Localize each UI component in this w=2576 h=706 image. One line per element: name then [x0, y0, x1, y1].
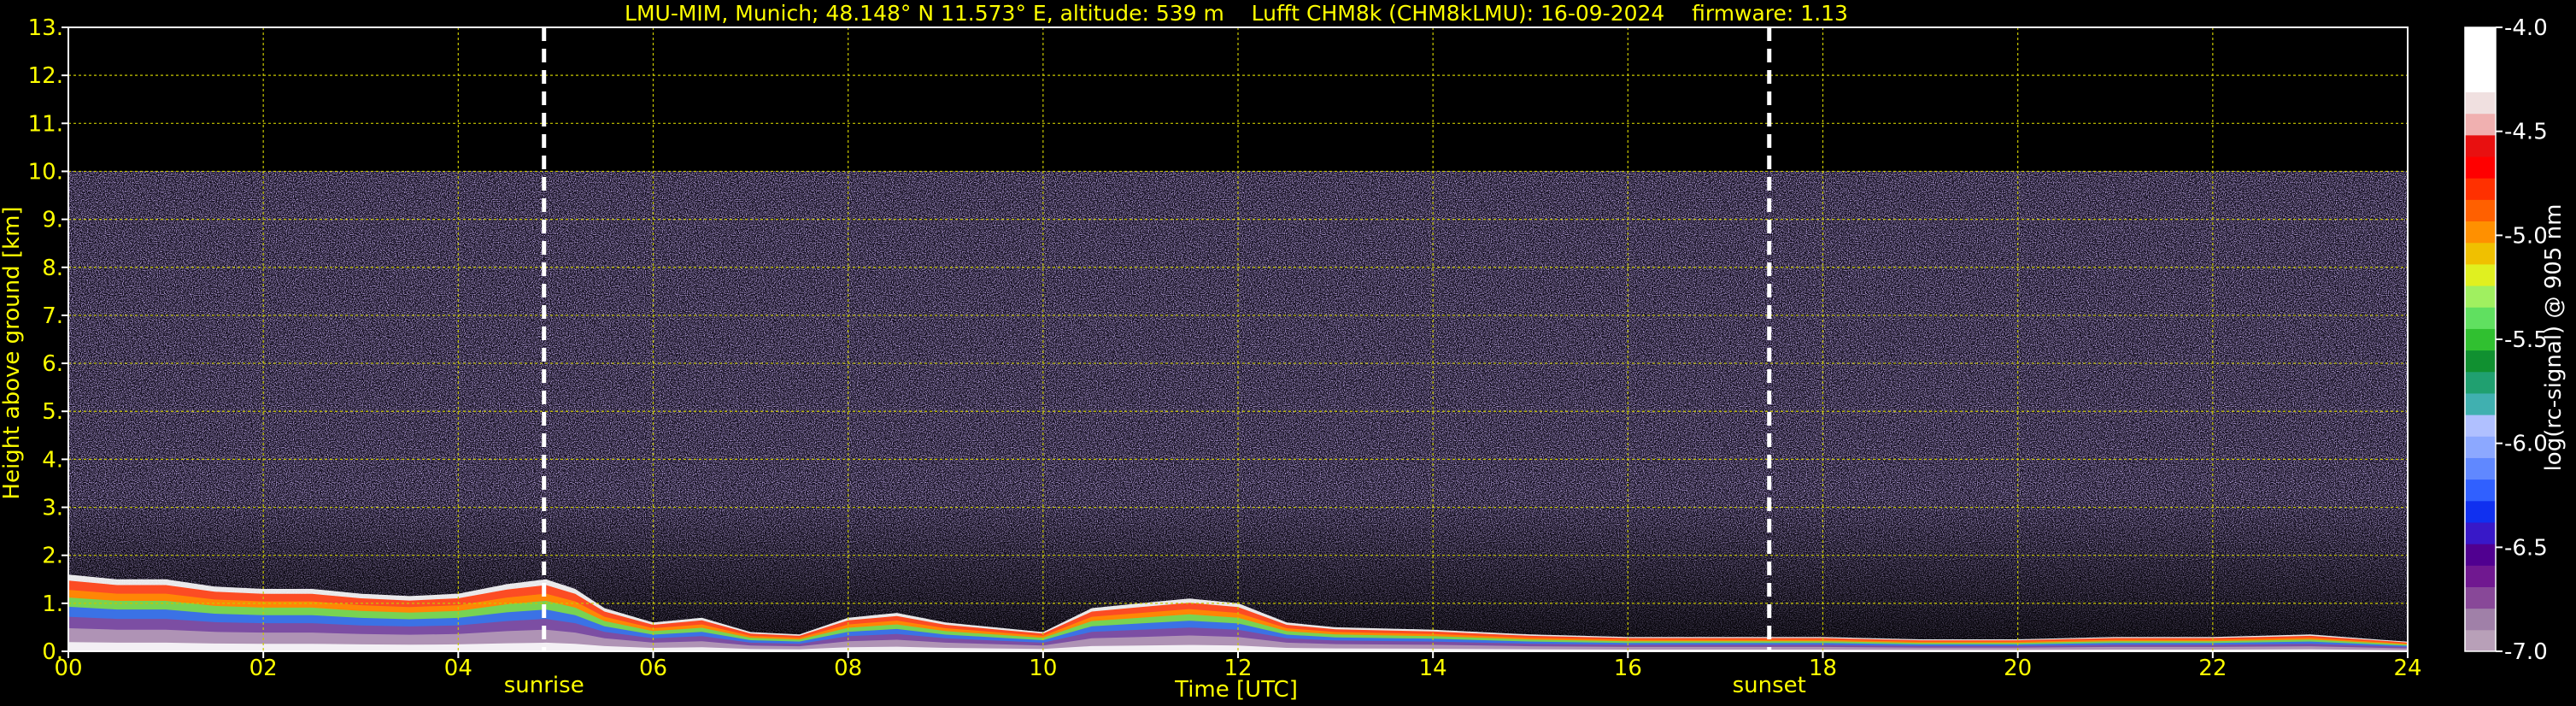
ceilometer-figure: sunrise sunset 00 02 04 06 08 10 12 14 16 18 20 22 24… [0, 0, 2576, 706]
x-tick-label: 06 [639, 656, 667, 681]
colorbar-segment [2465, 586, 2496, 609]
colorbar-segment [2465, 27, 2496, 50]
colorbar-segment [2465, 91, 2496, 115]
colorbar-segment [2465, 156, 2496, 179]
x-tick-label: 20 [2004, 656, 2032, 681]
y-tick-label: 12. [28, 63, 63, 89]
y-tick-label: 13. [28, 15, 63, 41]
y-tick-label: 10. [28, 159, 63, 185]
x-axis-label: Time [UTC] [1174, 677, 1298, 703]
x-tick-label: 22 [2198, 656, 2227, 681]
y-tick-label: 4. [42, 447, 63, 473]
y-tick-label: 7. [42, 303, 63, 329]
colorbar-label: log(rc-signal) @ 905 nm [2541, 204, 2567, 472]
colorbar-segment [2465, 134, 2496, 157]
colorbar-segment [2465, 199, 2496, 222]
colorbar-segment [2465, 415, 2496, 437]
colorbar-segment [2465, 371, 2496, 394]
y-tick-label: 8. [42, 256, 63, 281]
colorbar-segment [2465, 457, 2496, 480]
colorbar-segment [2465, 242, 2496, 265]
colorbar-segment [2465, 629, 2496, 652]
colorbar-segment [2465, 263, 2496, 286]
colorbar-segment [2465, 500, 2496, 523]
colorbar-segment [2465, 328, 2496, 351]
y-tick-label: 3. [42, 496, 63, 521]
colorbar-tick-label: -4.5 [2504, 120, 2548, 145]
sunset-label: sunset [1733, 673, 1806, 698]
colorbar-segment [2465, 521, 2496, 544]
colorbar-tick-label: -4.0 [2504, 15, 2548, 41]
colorbar-segment [2465, 392, 2496, 415]
colorbar-tick-label: -6.5 [2504, 535, 2548, 561]
x-tick-label: 16 [1614, 656, 1642, 681]
colorbar-segment [2465, 436, 2496, 458]
y-tick-label: 0. [42, 639, 63, 665]
colorbar-segment [2465, 479, 2496, 502]
ceilometer-chart: sunrise sunset 00 02 04 06 08 10 12 14 16 18 20 22 24… [0, 0, 2576, 706]
colorbar-segment [2465, 113, 2496, 136]
y-tick-label: 11. [28, 111, 63, 137]
colorbar-segment [2465, 285, 2496, 308]
colorbar-segment [2465, 70, 2496, 93]
colorbar-segment [2465, 49, 2496, 71]
y-tick-label: 6. [42, 351, 63, 377]
y-tick-label: 9. [42, 208, 63, 233]
sunrise-label: sunrise [504, 673, 584, 698]
colorbar-segment [2465, 544, 2496, 566]
x-tick-label: 14 [1419, 656, 1447, 681]
colorbar-segment [2465, 307, 2496, 329]
y-axis-label: Height above ground [km] [0, 206, 25, 499]
chart-title: LMU-MIM, Munich; 48.148° N 11.573° E, al… [625, 1, 1848, 26]
colorbar-segment [2465, 565, 2496, 587]
y-tick-label: 2. [42, 544, 63, 569]
y-tick-label: 1. [42, 591, 63, 617]
x-tick-label: 08 [834, 656, 862, 681]
colorbar-tick-label: -7.0 [2504, 639, 2548, 665]
y-tick-label: 5. [42, 399, 63, 425]
colorbar-segment [2465, 178, 2496, 200]
colorbar-segment [2465, 221, 2496, 244]
x-tick-label: 02 [249, 656, 278, 681]
x-tick-label: 24 [2393, 656, 2421, 681]
colorbar-segment [2465, 350, 2496, 373]
x-tick-label: 10 [1029, 656, 1057, 681]
x-tick-label: 04 [444, 656, 472, 681]
x-tick-label: 18 [1809, 656, 1837, 681]
colorbar-segment [2465, 608, 2496, 631]
